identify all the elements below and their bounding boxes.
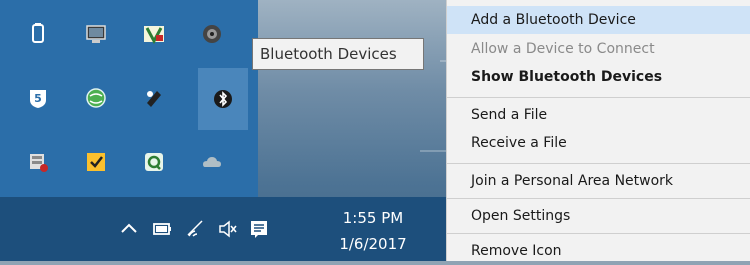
action-center-icon[interactable]	[245, 215, 273, 243]
satellite-icon[interactable]	[130, 74, 177, 121]
bluetooth-icon[interactable]	[198, 68, 248, 130]
menu-item-receive-file[interactable]: Receive a File	[447, 129, 750, 157]
tray-overflow-flyout: 5	[0, 0, 258, 197]
sync-icon[interactable]	[130, 138, 177, 185]
taskbar-clock[interactable]: 1:55 PM 1/6/2017	[313, 203, 433, 255]
bluetooth-tooltip: Bluetooth Devices	[252, 38, 424, 70]
menu-item-join-personal-area-network[interactable]: Join a Personal Area Network	[447, 167, 750, 195]
menu-separator	[447, 233, 750, 234]
norton-icon[interactable]	[72, 138, 119, 185]
wifi-icon[interactable]	[182, 215, 210, 243]
battery-icon[interactable]	[148, 215, 176, 243]
clock-date: 1/6/2017	[339, 235, 407, 253]
app-v-icon[interactable]	[130, 10, 177, 57]
menu-separator	[447, 97, 750, 98]
volume-muted-icon[interactable]	[214, 215, 242, 243]
bluetooth-context-menu: Add a Bluetooth Device Allow a Device to…	[446, 0, 750, 261]
network-globe-icon[interactable]	[72, 74, 119, 121]
menu-separator	[447, 163, 750, 164]
menu-item-show-bluetooth-devices[interactable]: Show Bluetooth Devices	[447, 63, 750, 91]
webcam-icon[interactable]	[188, 10, 235, 57]
menu-item-send-file[interactable]: Send a File	[447, 101, 750, 129]
menu-item-allow-device-to-connect: Allow a Device to Connect	[471, 41, 655, 57]
usb-drive-icon[interactable]	[14, 10, 61, 57]
show-hidden-icons-chevron-icon[interactable]	[115, 215, 143, 243]
database-icon[interactable]	[14, 138, 61, 185]
menu-item-open-settings[interactable]: Open Settings	[447, 202, 750, 230]
display-icon[interactable]	[72, 10, 119, 57]
clock-time: 1:55 PM	[342, 209, 404, 227]
taskbar: 1:55 PM 1/6/2017	[0, 197, 446, 261]
menu-item-add-bluetooth-device[interactable]: Add a Bluetooth Device	[447, 6, 750, 34]
menu-separator	[447, 198, 750, 199]
onedrive-icon[interactable]	[188, 138, 235, 185]
shield-5-icon[interactable]: 5	[14, 74, 61, 121]
svg-text:5: 5	[34, 92, 42, 105]
